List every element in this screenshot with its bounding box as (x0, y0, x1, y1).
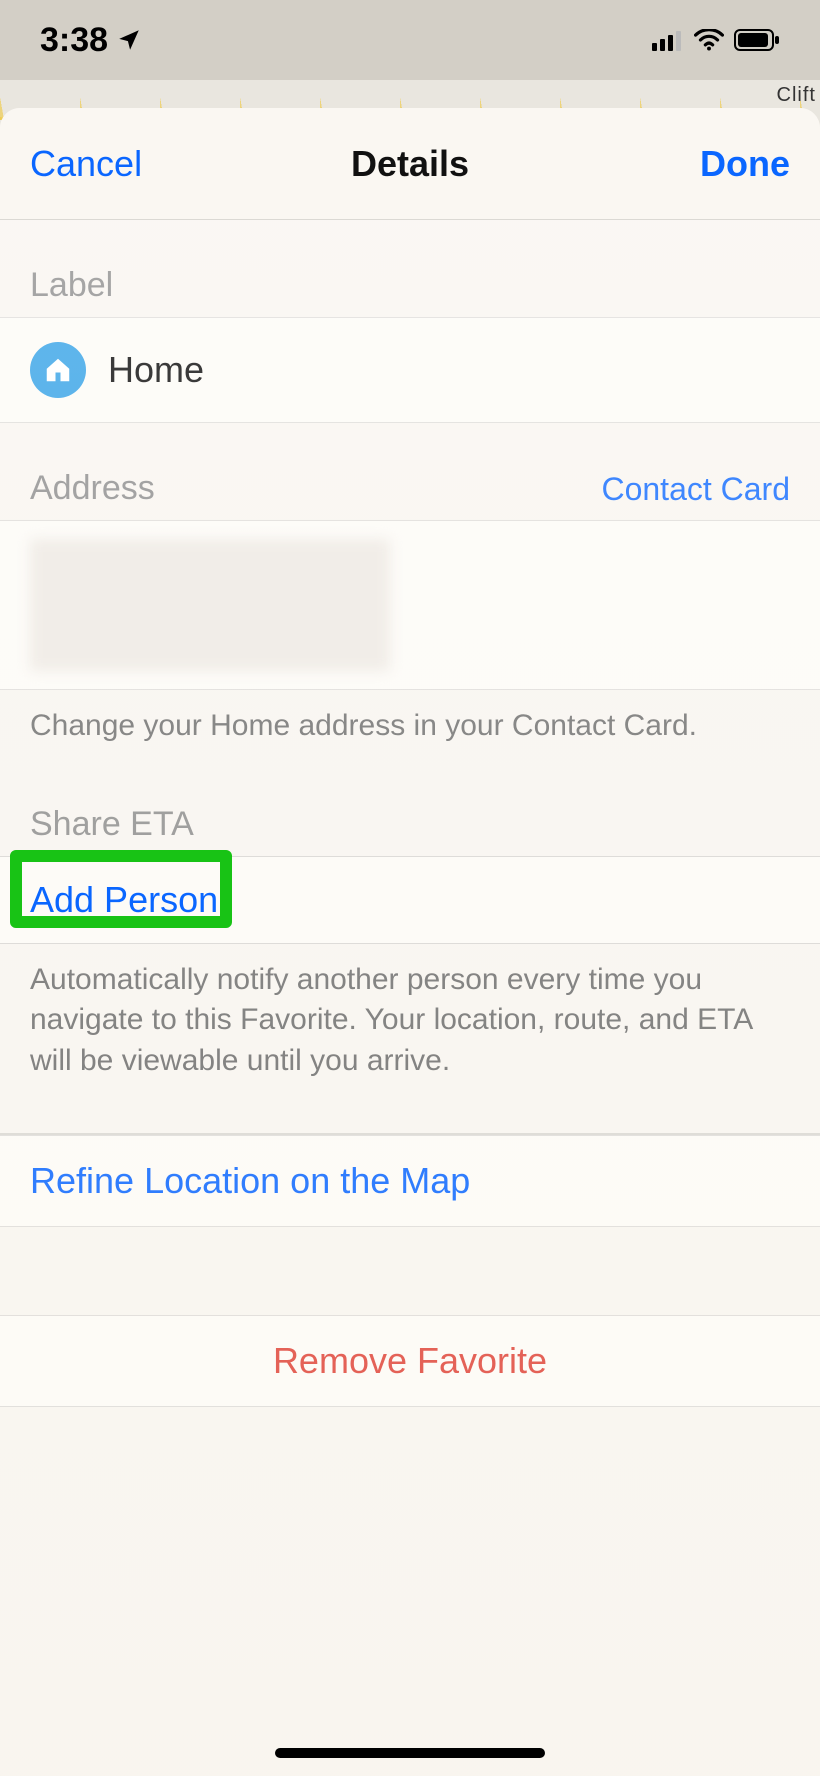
section-header-label: Label (0, 220, 820, 317)
location-arrow-icon (116, 27, 142, 53)
share-eta-note: Automatically notify another person ever… (0, 944, 820, 1082)
cellular-signal-icon (652, 29, 684, 51)
refine-location-label: Refine Location on the Map (30, 1160, 470, 1202)
done-button[interactable]: Done (700, 143, 790, 185)
details-sheet: Cancel Details Done Label Home Address C… (0, 108, 820, 1776)
remove-favorite-label: Remove Favorite (273, 1340, 547, 1382)
home-indicator[interactable] (275, 1748, 545, 1758)
home-icon (30, 342, 86, 398)
map-place-label: Clift (777, 84, 816, 107)
address-row[interactable] (0, 520, 820, 690)
address-note: Change your Home address in your Contact… (0, 690, 820, 747)
spacer (0, 1227, 820, 1315)
section-header-share-eta-text: Share ETA (30, 805, 194, 844)
add-person-label: Add Person (30, 879, 218, 921)
nav-bar: Cancel Details Done (0, 108, 820, 220)
section-header-address: Address Contact Card (0, 423, 820, 520)
wifi-icon (694, 29, 724, 51)
section-header-label-text: Label (30, 266, 113, 305)
status-bar: 3:38 (0, 0, 820, 80)
section-header-address-text: Address (30, 469, 155, 508)
remove-favorite-button[interactable]: Remove Favorite (0, 1315, 820, 1407)
label-value: Home (108, 349, 204, 391)
refine-location-button[interactable]: Refine Location on the Map (0, 1135, 820, 1227)
section-header-share-eta: Share ETA (0, 747, 820, 856)
address-value-redacted (30, 539, 390, 671)
cancel-button[interactable]: Cancel (30, 143, 142, 185)
battery-icon (734, 29, 780, 51)
add-person-button[interactable]: Add Person (0, 856, 820, 944)
status-time: 3:38 (40, 21, 108, 60)
contact-card-link[interactable]: Contact Card (601, 471, 790, 508)
label-row[interactable]: Home (0, 317, 820, 423)
